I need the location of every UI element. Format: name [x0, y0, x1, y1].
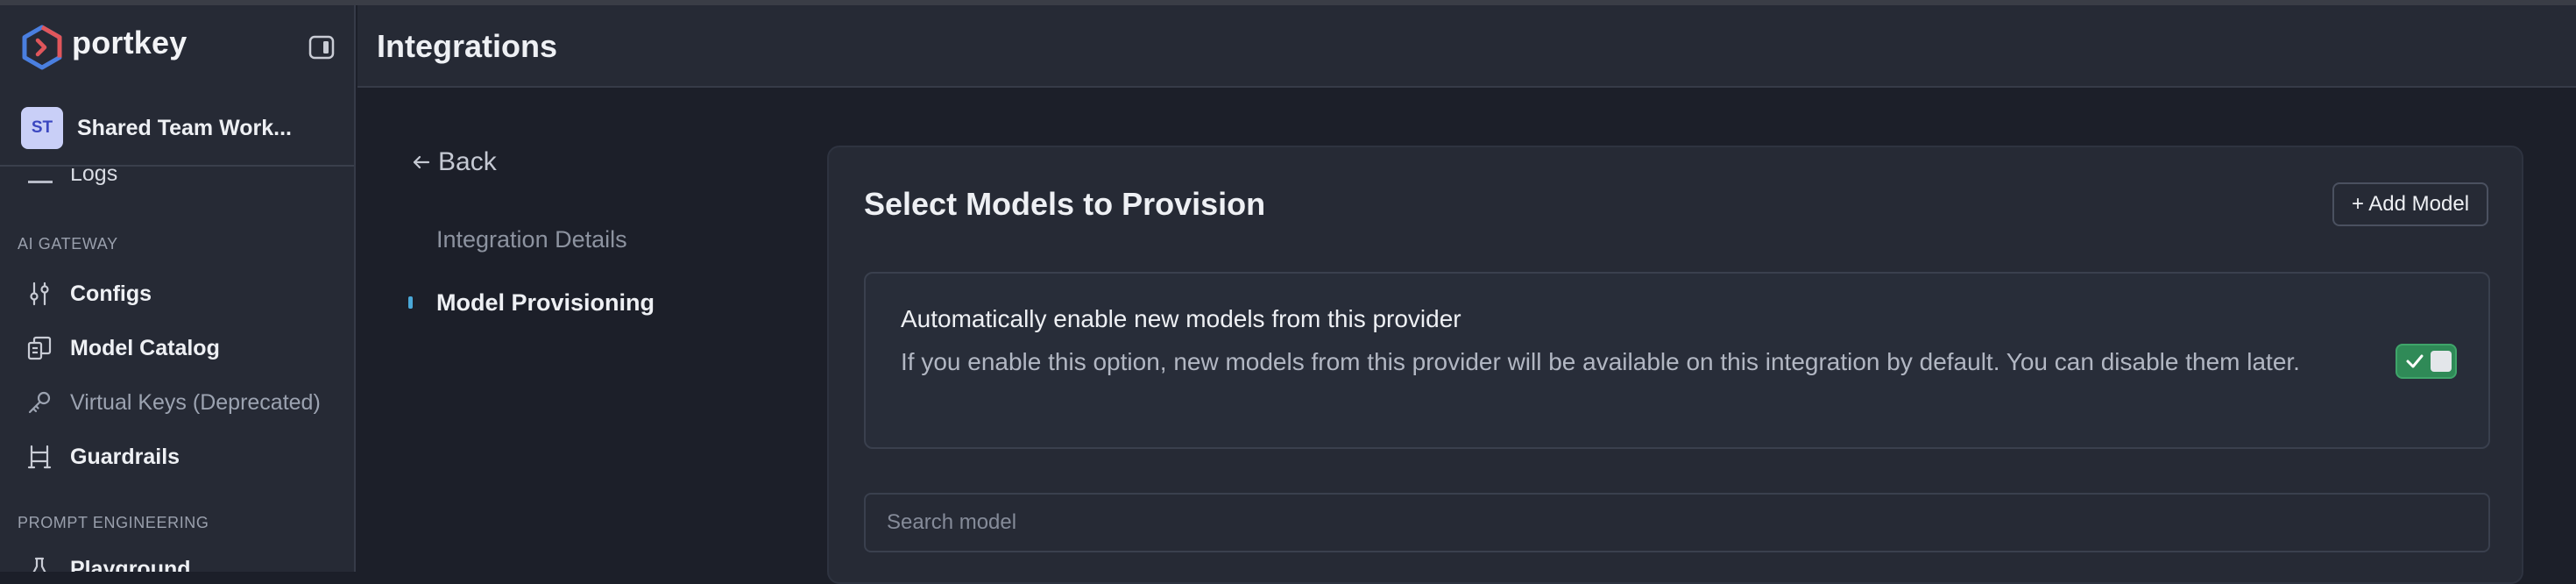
workspace-name: Shared Team Work...: [77, 116, 292, 140]
sidebar-item-configs[interactable]: Configs: [0, 268, 354, 317]
arrow-left-icon: [413, 155, 430, 169]
add-model-button[interactable]: + Add Model: [2332, 182, 2488, 226]
back-button[interactable]: Back: [410, 147, 497, 177]
active-step-marker: [408, 296, 413, 309]
workspace-switcher[interactable]: ST Shared Team Work...: [0, 96, 354, 167]
sidebar-item-label: Virtual Keys (Deprecated): [70, 390, 321, 415]
sidebar-item-playground[interactable]: Playground: [0, 544, 354, 572]
sidebar-item-label: Guardrails: [70, 445, 180, 469]
key-icon: [28, 391, 51, 414]
section-title-prompt-engineering: PROMPT ENGINEERING: [18, 514, 209, 531]
portkey-logo-icon: [22, 25, 62, 70]
search-model-input[interactable]: [864, 493, 2490, 552]
auto-enable-panel: Automatically enable new models from thi…: [864, 272, 2490, 449]
back-label: Back: [438, 147, 497, 176]
card-title: Select Models to Provision: [864, 186, 1266, 222]
sidebar-item-label: Configs: [70, 281, 152, 306]
sidebar-item-virtual-keys[interactable]: Virtual Keys (Deprecated): [0, 377, 354, 426]
page-title: Integrations: [377, 28, 558, 64]
workspace-avatar: ST: [21, 107, 63, 149]
sidebar: portkey ST Shared Team Work... Logs AI G…: [0, 5, 356, 572]
flask-icon: [32, 557, 46, 572]
auto-enable-description: If you enable this option, new models fr…: [901, 348, 2300, 375]
section-title-ai-gateway: AI GATEWAY: [18, 235, 118, 253]
brand-row: portkey: [0, 5, 354, 86]
auto-enable-toggle[interactable]: [2396, 344, 2457, 379]
sidebar-item-logs[interactable]: Logs: [0, 168, 354, 200]
brand-name: portkey: [72, 25, 188, 61]
sidebar-item-label: Model Catalog: [70, 336, 220, 360]
auto-enable-title: Automatically enable new models from thi…: [901, 305, 1461, 332]
step-model-provisioning[interactable]: Model Provisioning: [436, 289, 655, 317]
model-provisioning-card: Select Models to Provision + Add Model A…: [827, 146, 2523, 584]
sidebar-item-label: Logs: [70, 168, 118, 186]
sliders-icon: [30, 281, 49, 306]
guardrails-icon: [27, 445, 52, 469]
catalog-icon: [27, 336, 52, 360]
logs-icon: [28, 181, 53, 183]
check-icon: [2406, 354, 2424, 368]
sidebar-item-model-catalog[interactable]: Model Catalog: [0, 323, 354, 372]
step-integration-details[interactable]: Integration Details: [436, 226, 627, 253]
sidebar-item-label: Playground: [70, 557, 191, 572]
sidebar-collapse-icon[interactable]: [308, 35, 335, 60]
toggle-knob: [2431, 351, 2452, 372]
sidebar-item-guardrails[interactable]: Guardrails: [0, 431, 354, 481]
page-header: Integrations: [357, 5, 2576, 88]
